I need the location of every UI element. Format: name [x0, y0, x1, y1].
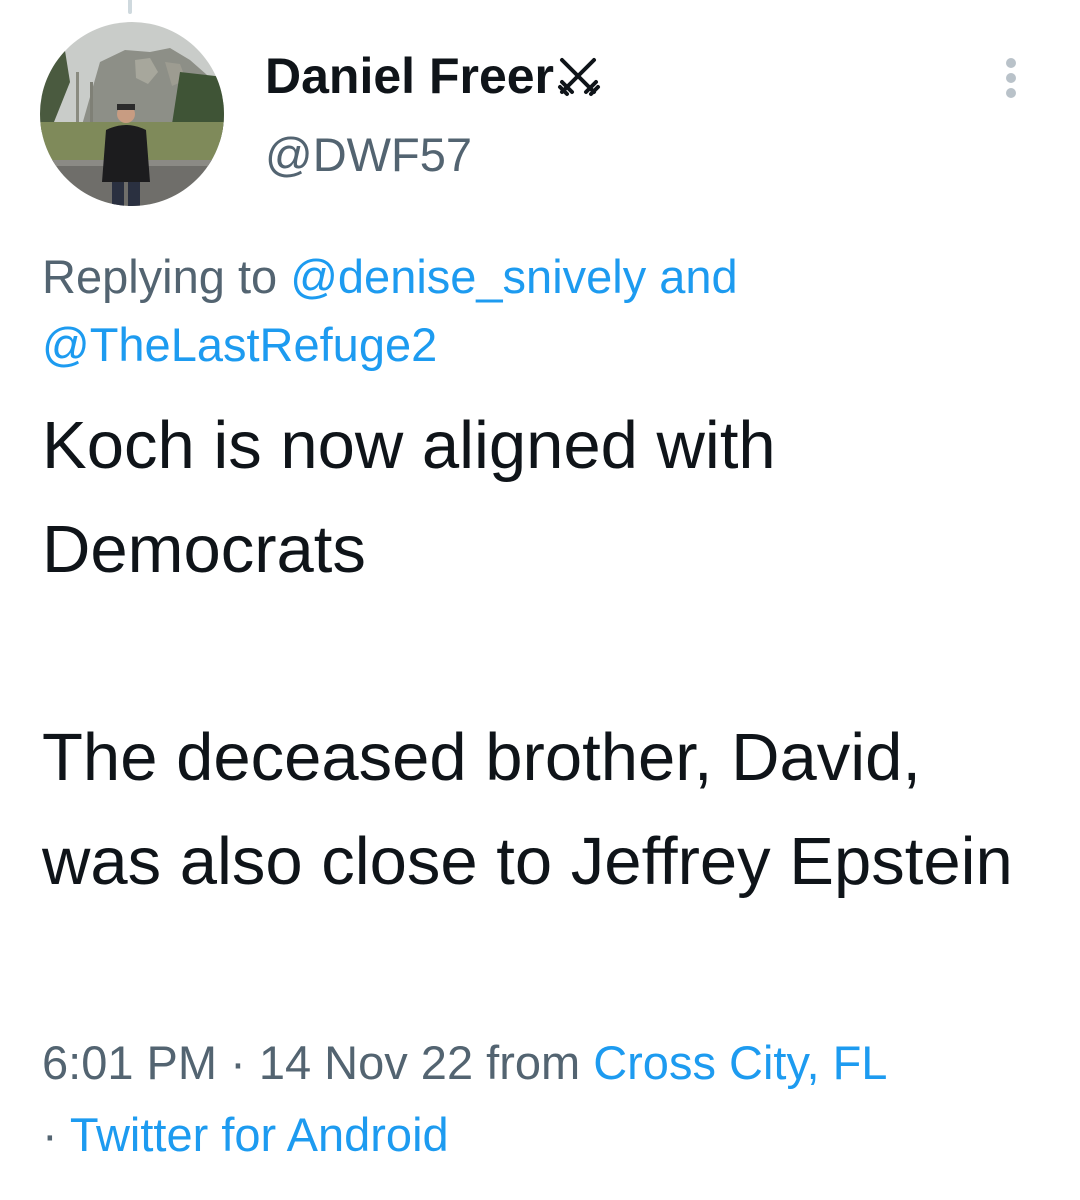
more-vertical-icon[interactable]	[996, 56, 1026, 100]
meta-separator: ·	[230, 1036, 246, 1089]
profile-photo-icon	[40, 22, 224, 206]
reply-mention-1[interactable]: @denise_snively	[290, 250, 646, 303]
tweet-text: Koch is now aligned with Democrats The d…	[42, 394, 1052, 914]
tweet-location-link[interactable]: Cross City, FL	[593, 1036, 887, 1089]
tweet-paragraph-2: The deceased brother, David, was also cl…	[42, 720, 1013, 899]
author-name-text[interactable]: Daniel Freer	[265, 46, 554, 106]
reply-conjunction[interactable]: and	[659, 250, 737, 303]
crossed-swords-icon	[556, 53, 602, 99]
avatar[interactable]	[40, 22, 224, 206]
author-handle[interactable]: @DWF57	[265, 127, 472, 183]
reply-context: Replying to @denise_snively and @TheLast…	[42, 243, 1042, 379]
reply-prefix: Replying to	[42, 250, 278, 303]
tweet-paragraph-1: Koch is now aligned with Democrats	[42, 408, 776, 587]
reply-mention-2[interactable]: @TheLastRefuge2	[42, 318, 437, 371]
from-label: from	[486, 1036, 581, 1089]
tweet-time[interactable]: 6:01 PM	[42, 1036, 217, 1089]
thread-line	[128, 0, 132, 14]
tweet-client-link[interactable]: Twitter for Android	[70, 1108, 449, 1161]
tweet-metadata: 6:01 PM · 14 Nov 22 from Cross City, FL …	[42, 1027, 1062, 1171]
author-display-name[interactable]: Daniel Freer	[265, 46, 602, 106]
meta-separator-2: ·	[42, 1108, 58, 1161]
tweet-date[interactable]: 14 Nov 22	[259, 1036, 473, 1089]
